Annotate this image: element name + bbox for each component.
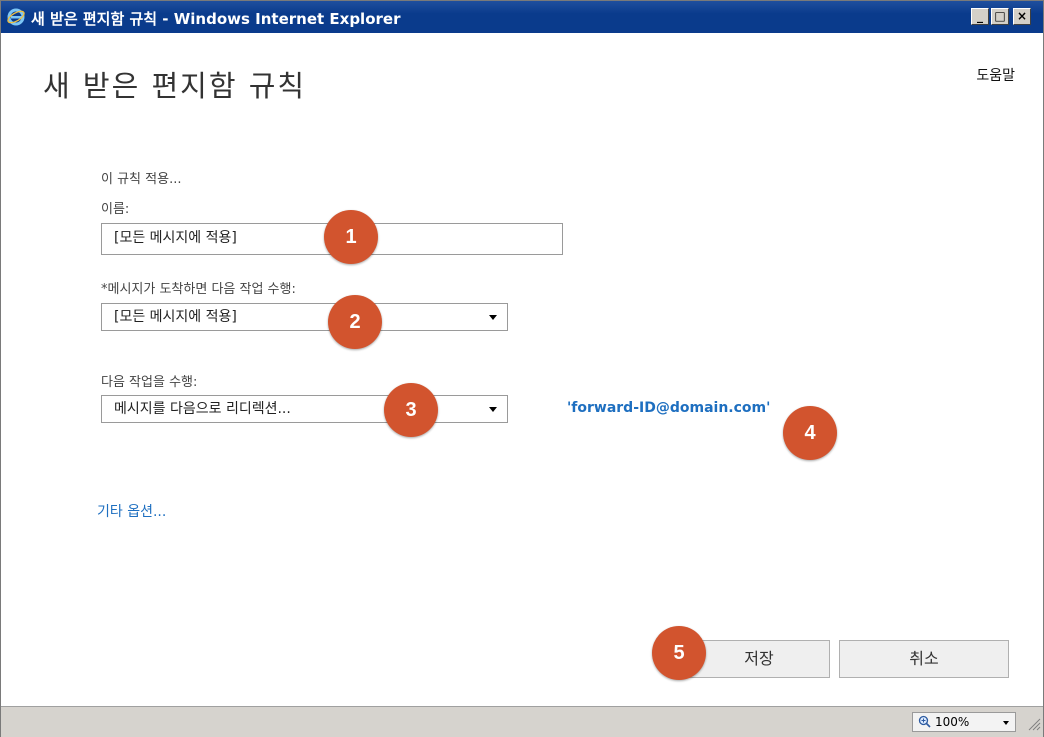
action-label: 다음 작업을 수행: <box>101 375 198 390</box>
cancel-button[interactable]: 취소 <box>839 640 1009 678</box>
zoom-icon <box>918 715 931 728</box>
step-badge-3: 3 <box>384 383 438 437</box>
step-badge-1: 1 <box>324 210 378 264</box>
condition-select-value: [모든 메시지에 적용] <box>114 309 237 325</box>
more-options-link[interactable]: 기타 옵션... <box>97 501 166 521</box>
redirect-target-link[interactable]: 'forward-ID@domain.com' <box>567 400 770 416</box>
internet-explorer-icon <box>7 8 25 26</box>
chevron-down-icon <box>1003 721 1009 725</box>
chevron-down-icon <box>489 315 497 320</box>
step-badge-5: 5 <box>652 626 706 680</box>
title-bar: 새 받은 편지함 규칙 - Windows Internet Explorer … <box>1 1 1043 33</box>
page-title: 새 받은 편지함 규칙 <box>43 69 307 103</box>
save-button[interactable]: 저장 <box>688 640 830 678</box>
section-label: 이 규칙 적용... <box>101 172 182 187</box>
minimize-button[interactable]: _ <box>971 8 989 25</box>
step-badge-4: 4 <box>783 406 837 460</box>
condition-label: *메시지가 도착하면 다음 작업 수행: <box>101 282 296 297</box>
step-badge-2: 2 <box>328 295 382 349</box>
browser-window: 새 받은 편지함 규칙 - Windows Internet Explorer … <box>0 0 1044 737</box>
resize-grip-icon[interactable] <box>1027 715 1041 731</box>
condition-select[interactable]: [모든 메시지에 적용] <box>101 303 508 331</box>
close-button[interactable]: × <box>1013 8 1031 25</box>
maximize-button[interactable]: □ <box>991 8 1009 25</box>
status-bar: 100% <box>1 706 1043 737</box>
help-link[interactable]: 도움말 <box>976 65 1015 85</box>
window-title: 새 받은 편지함 규칙 - Windows Internet Explorer <box>31 10 401 28</box>
zoom-level: 100% <box>935 715 970 729</box>
zoom-control[interactable]: 100% <box>912 712 1016 732</box>
action-select-value: 메시지를 다음으로 리디렉션... <box>114 401 291 417</box>
name-label: 이름: <box>101 202 130 217</box>
action-select[interactable]: 메시지를 다음으로 리디렉션... <box>101 395 508 423</box>
chevron-down-icon <box>489 407 497 412</box>
